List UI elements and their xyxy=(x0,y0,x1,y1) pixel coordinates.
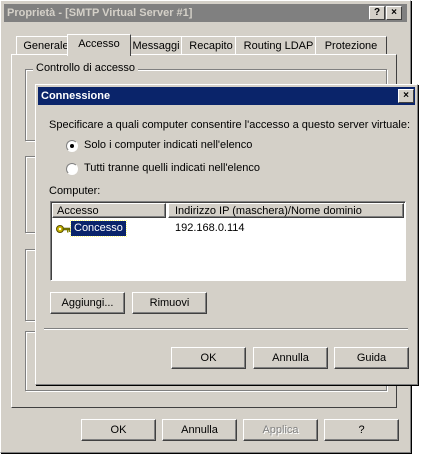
row-access-value: Concesso xyxy=(70,220,127,237)
radio-all-except[interactable] xyxy=(66,163,78,175)
tab-routing-ldap[interactable]: Routing LDAP xyxy=(235,36,322,55)
computer-list[interactable]: Accesso Indirizzo IP (maschera)/Nome dom… xyxy=(50,201,406,281)
help-button[interactable]: ? xyxy=(324,419,399,441)
dialog-help-button[interactable]: Guida xyxy=(334,347,409,369)
radio-only-listed[interactable] xyxy=(66,140,78,152)
add-button[interactable]: Aggiungi... xyxy=(50,292,125,314)
dialog-separator xyxy=(44,328,408,330)
computer-list-label: Computer: xyxy=(49,185,101,197)
tab-protezione[interactable]: Protezione xyxy=(315,36,387,55)
apply-button[interactable]: Applica xyxy=(243,419,318,441)
dialog-cancel-button[interactable]: Annulla xyxy=(253,347,328,369)
tab-recapito[interactable]: Recapito xyxy=(181,36,241,55)
radio-all-except-label[interactable]: Tutti tranne quelli indicati nell'elenco xyxy=(84,162,260,174)
instruction-text: Specificare a quali computer consentire … xyxy=(49,119,411,131)
column-header-address[interactable]: Indirizzo IP (maschera)/Nome dominio xyxy=(168,203,404,218)
row-address-value: 192.168.0.114 xyxy=(175,222,245,234)
key-icon xyxy=(55,222,71,236)
table-row[interactable]: Concesso 192.168.0.114 xyxy=(52,220,404,238)
tab-accesso[interactable]: Accesso xyxy=(67,34,131,56)
cancel-button[interactable]: Annulla xyxy=(162,419,237,441)
radio-only-listed-label[interactable]: Solo i computer indicati nell'elenco xyxy=(84,139,252,151)
tab-messaggi[interactable]: Messaggi xyxy=(125,36,187,55)
access-control-title: Controllo di accesso xyxy=(33,62,139,74)
remove-button[interactable]: Rimuovi xyxy=(132,292,207,314)
help-icon[interactable]: ? xyxy=(369,6,385,20)
close-icon[interactable]: × xyxy=(398,89,414,103)
connection-title: Connessione xyxy=(41,90,111,102)
radio-selected-dot xyxy=(70,144,74,148)
connection-titlebar[interactable]: Connessione xyxy=(38,87,415,105)
dialog-ok-button[interactable]: OK xyxy=(171,347,246,369)
properties-title: Proprietà - [SMTP Virtual Server #1] xyxy=(7,7,193,19)
ok-button[interactable]: OK xyxy=(81,419,156,441)
properties-titlebar[interactable]: Proprietà - [SMTP Virtual Server #1] xyxy=(4,4,407,22)
connection-dialog: Connessione × Specificare a quali comput… xyxy=(35,84,418,385)
close-icon[interactable]: × xyxy=(386,6,402,20)
column-header-access[interactable]: Accesso xyxy=(52,203,166,218)
